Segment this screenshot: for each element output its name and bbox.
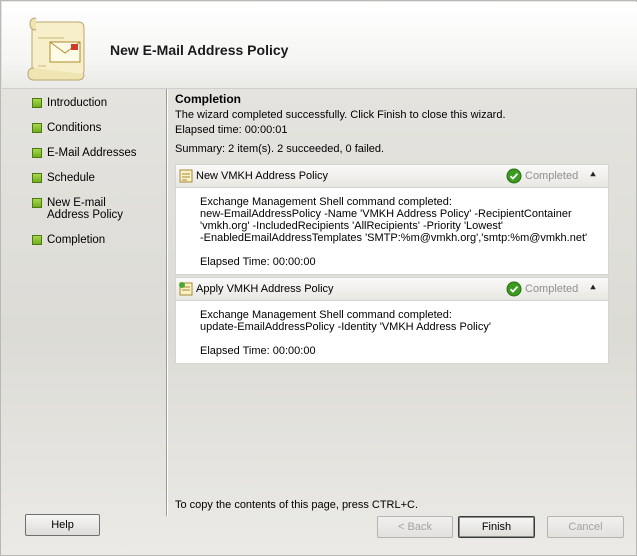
task-new-policy: New VMKH Address Policy Completed ⯅ Exch…	[175, 164, 609, 275]
nav-step-label: Introduction	[47, 97, 108, 109]
wizard-window: New E-Mail Address Policy Introduction C…	[0, 0, 637, 556]
task-title: New VMKH Address Policy	[196, 170, 329, 182]
wizard-title: New E-Mail Address Policy	[110, 42, 289, 58]
nav-step-new-email-address-policy[interactable]: New E-mail Address Policy	[29, 197, 139, 221]
step-complete-icon	[32, 173, 42, 183]
task-apply-icon	[179, 282, 193, 296]
nav-step-completion[interactable]: Completion	[29, 234, 159, 246]
email-policy-scroll-icon	[27, 17, 85, 81]
task-header: New VMKH Address Policy Completed ⯅	[176, 165, 608, 188]
check-circle-icon	[506, 281, 522, 297]
nav-step-email-addresses[interactable]: E-Mail Addresses	[29, 147, 159, 159]
nav-step-introduction[interactable]: Introduction	[29, 97, 159, 109]
nav-divider	[166, 89, 167, 516]
output-line: Exchange Management Shell command comple…	[200, 309, 452, 321]
nav-step-label: Completion	[47, 234, 106, 246]
step-complete-icon	[32, 123, 42, 133]
step-complete-icon	[32, 98, 42, 108]
help-button[interactable]: Help	[25, 514, 100, 536]
copy-hint: To copy the contents of this page, press…	[175, 499, 419, 511]
output-line: 'vmkh.org' -IncludedRecipients 'AllRecip…	[200, 220, 503, 232]
finish-button[interactable]: Finish	[458, 516, 535, 538]
back-button[interactable]: < Back	[377, 516, 453, 538]
wizard-steps-nav: Introduction Conditions E-Mail Addresses…	[29, 97, 159, 259]
output-line: new-EmailAddressPolicy -Name 'VMKH Addre…	[200, 208, 572, 220]
task-apply-policy: Apply VMKH Address Policy Completed ⯅ Ex…	[175, 277, 609, 364]
task-elapsed: Elapsed Time: 00:00:00	[200, 256, 316, 268]
output-line: -EnabledEmailAddressTemplates 'SMTP:%m@v…	[200, 232, 588, 244]
output-line: Exchange Management Shell command comple…	[200, 196, 452, 208]
task-output: Exchange Management Shell command comple…	[176, 188, 608, 274]
completion-panel: Completion The wizard completed successf…	[175, 92, 615, 364]
nav-step-schedule[interactable]: Schedule	[29, 172, 159, 184]
output-line: update-EmailAddressPolicy -Identity 'VMK…	[200, 321, 491, 333]
cancel-button[interactable]: Cancel	[547, 516, 624, 538]
check-circle-icon	[506, 168, 522, 184]
completion-message: The wizard completed successfully. Click…	[175, 109, 506, 121]
collapse-chevron-icon[interactable]: ⯅	[586, 169, 600, 183]
wizard-header: New E-Mail Address Policy	[2, 2, 637, 89]
step-complete-icon	[32, 198, 42, 208]
nav-step-conditions[interactable]: Conditions	[29, 122, 159, 134]
task-title: Apply VMKH Address Policy	[196, 283, 334, 295]
collapse-chevron-icon[interactable]: ⯅	[586, 282, 600, 296]
task-script-icon	[179, 169, 193, 183]
elapsed-time: Elapsed time: 00:00:01	[175, 124, 288, 136]
task-status: Completed	[525, 170, 579, 182]
task-output: Exchange Management Shell command comple…	[176, 301, 608, 363]
nav-step-label: E-Mail Addresses	[47, 147, 137, 159]
nav-step-label: Schedule	[47, 172, 95, 184]
section-title: Completion	[175, 92, 241, 106]
task-status: Completed	[525, 283, 579, 295]
nav-step-label: Conditions	[47, 122, 102, 134]
step-complete-icon	[32, 148, 42, 158]
task-elapsed: Elapsed Time: 00:00:00	[200, 345, 316, 357]
task-header: Apply VMKH Address Policy Completed ⯅	[176, 278, 608, 301]
summary-text: Summary: 2 item(s). 2 succeeded, 0 faile…	[175, 143, 385, 155]
step-complete-icon	[32, 235, 42, 245]
nav-step-label: New E-mail Address Policy	[47, 197, 124, 221]
